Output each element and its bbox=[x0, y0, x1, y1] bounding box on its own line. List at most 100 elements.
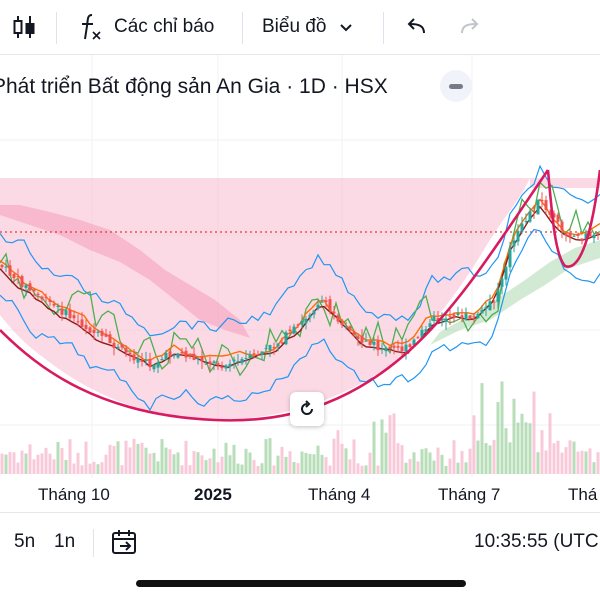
candles-icon[interactable] bbox=[10, 8, 40, 46]
candle-body bbox=[428, 323, 432, 328]
reset-view-icon[interactable] bbox=[290, 392, 324, 426]
goto-date-icon[interactable] bbox=[110, 527, 140, 562]
candle-body bbox=[52, 303, 56, 306]
volume-bar bbox=[368, 452, 372, 474]
candle-body bbox=[216, 363, 220, 366]
volume-bar bbox=[204, 460, 208, 474]
redo-icon[interactable] bbox=[458, 8, 482, 46]
chart-canvas[interactable] bbox=[0, 55, 600, 510]
volume-bar bbox=[572, 441, 576, 474]
clock-readout[interactable]: 10:35:55 (UTC bbox=[474, 531, 599, 553]
candle-body bbox=[392, 345, 396, 348]
candle-body bbox=[384, 347, 388, 352]
symbol-title[interactable]: Phát triển Bất động sản An Gia · 1D · HS… bbox=[0, 75, 388, 99]
volume-bar bbox=[248, 452, 252, 474]
volume-bar bbox=[252, 459, 256, 474]
candle-body bbox=[500, 278, 504, 287]
candle-body bbox=[580, 238, 584, 242]
price-chart[interactable] bbox=[0, 55, 600, 510]
volume-bar bbox=[364, 465, 368, 474]
volume-bar bbox=[372, 421, 376, 474]
range-5d-button[interactable]: 5n bbox=[14, 531, 35, 553]
candle-body bbox=[284, 332, 288, 345]
collapse-icon[interactable] bbox=[440, 70, 472, 102]
candle-body bbox=[288, 329, 292, 332]
time-tick: 2025 bbox=[194, 485, 232, 504]
candle-body bbox=[140, 360, 144, 362]
volume-bar bbox=[100, 462, 104, 474]
volume-bar bbox=[52, 459, 56, 474]
candle-body bbox=[172, 355, 176, 357]
volume-bar bbox=[376, 465, 380, 474]
volume-bar bbox=[540, 430, 544, 474]
candle-body bbox=[44, 296, 48, 298]
candle-body bbox=[596, 233, 600, 235]
candle-body bbox=[224, 365, 228, 369]
candle-body bbox=[408, 344, 412, 348]
indicators-button[interactable]: Các chỉ báo bbox=[78, 8, 214, 46]
volume-bar bbox=[500, 381, 504, 474]
chart-type-button[interactable]: Biểu đồ bbox=[262, 8, 354, 46]
volume-bar bbox=[56, 441, 60, 474]
volume-bar bbox=[456, 462, 460, 474]
volume-bar bbox=[416, 461, 420, 474]
volume-bar bbox=[328, 465, 332, 474]
volume-bar bbox=[400, 445, 404, 474]
candle-body bbox=[92, 329, 96, 333]
candle-body bbox=[316, 304, 320, 309]
volume-bar bbox=[284, 456, 288, 474]
volume-bar bbox=[96, 464, 100, 474]
volume-bar bbox=[120, 465, 124, 474]
volume-bar bbox=[472, 415, 476, 474]
candle-body bbox=[4, 266, 8, 268]
candle-body bbox=[168, 351, 172, 357]
candle-body bbox=[64, 310, 68, 316]
time-axis[interactable]: Tháng 10 2025 Tháng 4 Tháng 7 Thá bbox=[0, 478, 600, 510]
volume-bar bbox=[380, 419, 384, 474]
candle-body bbox=[480, 309, 484, 314]
candle-body bbox=[260, 351, 264, 356]
candle-body bbox=[12, 273, 16, 279]
volume-bar bbox=[468, 448, 472, 474]
volume-bar bbox=[452, 440, 456, 474]
time-tick: Thá bbox=[568, 485, 598, 504]
candle-body bbox=[472, 316, 476, 318]
candle-body bbox=[540, 199, 544, 202]
toolbar-divider bbox=[56, 12, 57, 44]
candle-body bbox=[528, 211, 532, 222]
volume-bar bbox=[60, 448, 64, 474]
candle-body bbox=[268, 344, 272, 351]
candle-body bbox=[356, 336, 360, 340]
candle-body bbox=[28, 283, 32, 291]
range-1m-button[interactable]: 1n bbox=[54, 531, 75, 553]
time-tick: Tháng 7 bbox=[438, 485, 501, 504]
undo-icon[interactable] bbox=[404, 8, 428, 46]
volume-bar bbox=[260, 463, 264, 474]
candle-body bbox=[488, 301, 492, 311]
candle-body bbox=[276, 343, 280, 347]
candle-body bbox=[304, 318, 308, 324]
candle-body bbox=[40, 296, 44, 300]
volume-bar bbox=[444, 465, 448, 474]
volume-bar bbox=[132, 438, 136, 474]
chevron-down-icon bbox=[340, 24, 353, 32]
volume-bar bbox=[216, 462, 220, 474]
volume-bar bbox=[516, 422, 520, 474]
volume-bar bbox=[268, 438, 272, 474]
volume-bar bbox=[512, 398, 516, 474]
candle-body bbox=[360, 336, 364, 343]
candle-body bbox=[460, 315, 464, 319]
candle-body bbox=[336, 315, 340, 322]
candle-body bbox=[516, 231, 520, 242]
volume-bar bbox=[352, 439, 356, 474]
candle-body bbox=[24, 284, 28, 289]
volume-bar bbox=[536, 452, 540, 474]
candle-body bbox=[76, 321, 80, 323]
candle-body bbox=[124, 348, 128, 353]
volume-bar bbox=[384, 432, 388, 474]
candle-body bbox=[424, 329, 428, 332]
volume-bar bbox=[256, 465, 260, 474]
volume-bar bbox=[244, 448, 248, 474]
candle-body bbox=[68, 309, 72, 319]
volume-bar bbox=[192, 450, 196, 474]
